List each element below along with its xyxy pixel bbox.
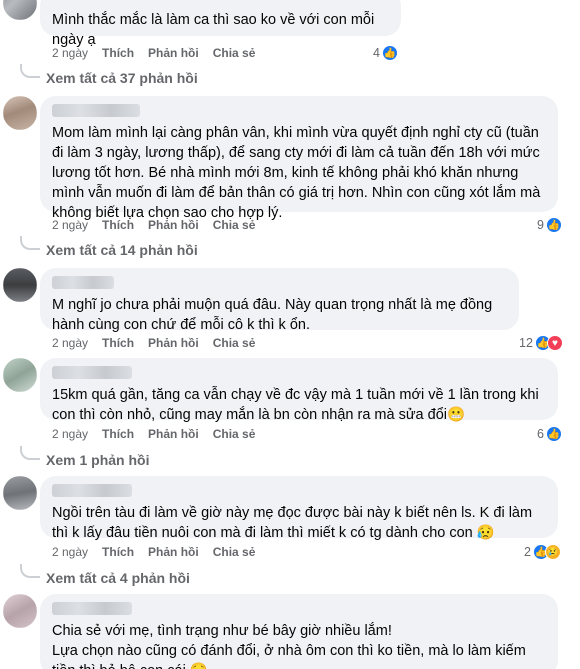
reaction-count: 9	[537, 218, 544, 232]
reaction-summary[interactable]: 6 👍	[537, 426, 562, 442]
reaction-summary[interactable]: 9 👍	[537, 217, 562, 233]
reaction-count: 6	[537, 427, 544, 441]
love-reaction-icon: ♥	[546, 335, 563, 351]
reply-button[interactable]: Phản hồi	[148, 545, 199, 559]
like-button[interactable]: Thích	[102, 336, 134, 350]
comment-time[interactable]: 2 ngày	[52, 336, 88, 350]
share-button[interactable]: Chia sẻ	[213, 545, 256, 559]
avatar[interactable]	[3, 594, 37, 628]
reply-button[interactable]: Phản hồi	[148, 427, 199, 441]
avatar[interactable]	[3, 96, 37, 130]
share-button[interactable]: Chia sẻ	[213, 336, 256, 350]
view-replies-link[interactable]: Xem tất cả 37 phản hồi	[46, 70, 198, 86]
comment-text: Chia sẻ với mẹ, tình trạng như bé bây gi…	[52, 623, 526, 669]
avatar[interactable]	[3, 268, 37, 302]
reaction-count: 2	[524, 545, 531, 559]
author-name-redacted[interactable]	[52, 484, 132, 497]
share-button[interactable]: Chia sẻ	[213, 46, 256, 60]
comment-actions: 2 ngày Thích Phản hồi Chia sẻ	[52, 218, 269, 232]
comment-bubble: Ngồi trên tàu đi làm về giờ này mẹ đọc đ…	[40, 476, 558, 541]
reaction-count: 12	[519, 336, 533, 350]
author-name-redacted[interactable]	[52, 602, 132, 615]
reply-button[interactable]: Phản hồi	[148, 336, 199, 350]
avatar[interactable]	[3, 358, 37, 392]
author-name-redacted[interactable]	[52, 276, 114, 289]
comment-time[interactable]: 2 ngày	[52, 218, 88, 232]
comment-actions: 2 ngày Thích Phản hồi Chia sẻ	[52, 427, 269, 441]
comment-actions: 2 ngày Thích Phản hồi Chia sẻ	[52, 336, 269, 350]
comment-text: Mom làm mình lại càng phân vân, khi mình…	[52, 125, 545, 221]
comment-text: Ngồi trên tàu đi làm về giờ này mẹ đọc đ…	[52, 505, 537, 541]
comment-bubble: Mom làm mình lại càng phân vân, khi mình…	[40, 96, 558, 221]
comment-bubble: Mình thắc mắc là làm ca thì sao ko về vớ…	[40, 0, 401, 48]
reply-button[interactable]: Phản hồi	[148, 46, 199, 60]
reply-connector	[20, 564, 40, 578]
sad-reaction-icon: 😢	[544, 544, 561, 560]
view-replies-link[interactable]: Xem tất cả 14 phản hồi	[46, 242, 198, 258]
view-replies-link[interactable]: Xem tất cả 4 phản hồi	[46, 570, 190, 586]
avatar[interactable]	[3, 0, 37, 20]
reply-connector	[20, 236, 40, 250]
comment-bubble: Chia sẻ với mẹ, tình trạng như bé bây gi…	[40, 594, 558, 669]
like-button[interactable]: Thích	[102, 427, 134, 441]
author-name-redacted[interactable]	[52, 104, 140, 117]
share-button[interactable]: Chia sẻ	[213, 427, 256, 441]
avatar[interactable]	[3, 476, 37, 510]
view-replies-link[interactable]: Xem 1 phản hồi	[46, 452, 149, 468]
author-name-redacted[interactable]	[52, 366, 132, 379]
comment-bubble: 15km quá gần, tăng ca vẫn chạy về đc vậy…	[40, 358, 558, 423]
comment-actions: 2 ngày Thích Phản hồi Chia sẻ	[52, 46, 269, 60]
comment-text: M nghĩ jo chưa phải muộn quá đâu. Này qu…	[52, 297, 497, 333]
reaction-summary[interactable]: 4 👍	[373, 45, 398, 61]
comment-bubble: M nghĩ jo chưa phải muộn quá đâu. Này qu…	[40, 268, 519, 333]
like-reaction-icon: 👍	[545, 426, 562, 442]
comment-time[interactable]: 2 ngày	[52, 46, 88, 60]
comment-actions: 2 ngày Thích Phản hồi Chia sẻ	[52, 545, 269, 559]
reaction-summary[interactable]: 12 👍 ♥	[519, 335, 563, 351]
reaction-count: 4	[373, 46, 380, 60]
comment-time[interactable]: 2 ngày	[52, 545, 88, 559]
reaction-summary[interactable]: 2 👍 😢	[524, 544, 561, 560]
share-button[interactable]: Chia sẻ	[213, 218, 256, 232]
reply-connector	[20, 64, 40, 78]
like-reaction-icon: 👍	[381, 45, 398, 61]
comment-time[interactable]: 2 ngày	[52, 427, 88, 441]
like-button[interactable]: Thích	[102, 545, 134, 559]
comment-text: 15km quá gần, tăng ca vẫn chạy về đc vậy…	[52, 387, 543, 423]
comment-text: Mình thắc mắc là làm ca thì sao ko về vớ…	[52, 12, 379, 48]
like-reaction-icon: 👍	[545, 217, 562, 233]
reply-connector	[20, 446, 40, 460]
like-button[interactable]: Thích	[102, 46, 134, 60]
like-button[interactable]: Thích	[102, 218, 134, 232]
reply-button[interactable]: Phản hồi	[148, 218, 199, 232]
